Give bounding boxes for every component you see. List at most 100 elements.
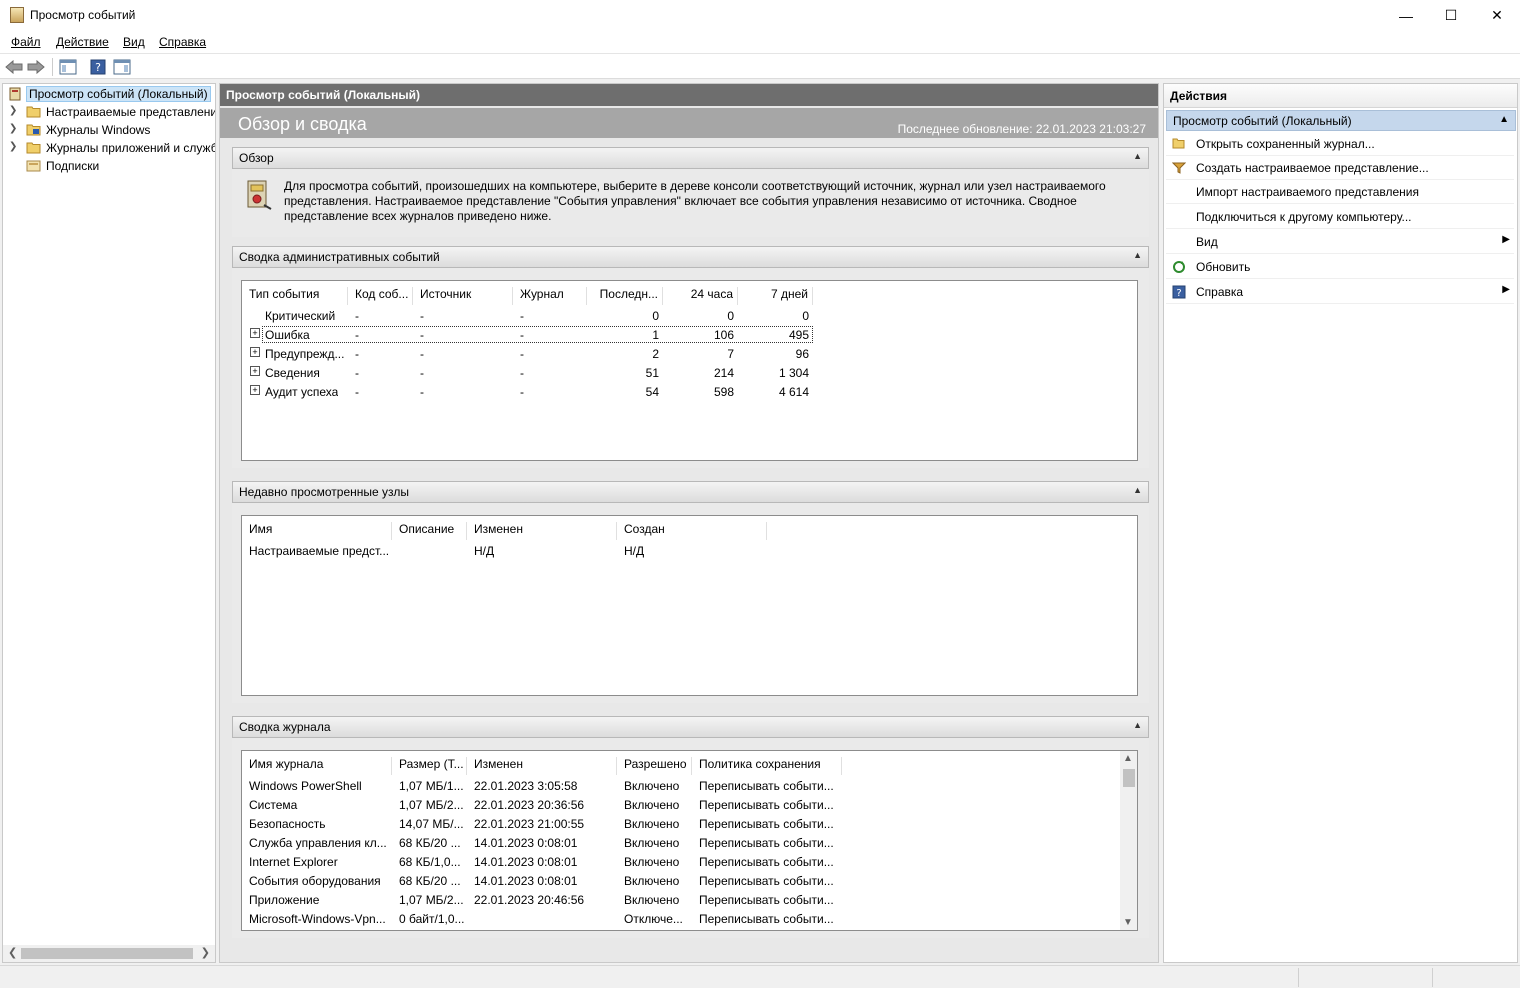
collapse-up-icon[interactable]: ▲ xyxy=(1133,151,1142,161)
action-label: Импорт настраиваемого представления xyxy=(1196,185,1419,199)
actions-title: Действия xyxy=(1164,84,1517,108)
last-update-text: Последнее обновление: 22.01.2023 21:03:2… xyxy=(897,122,1146,136)
cell-modified: 22.01.2023 20:36:56 xyxy=(474,798,585,812)
cell-7d: 0 xyxy=(802,309,809,323)
column-header[interactable]: Политика сохранения xyxy=(692,757,842,775)
chevron-right-icon[interactable]: ❯ xyxy=(9,123,17,134)
column-header[interactable]: Имя журнала xyxy=(242,757,392,775)
scroll-up-icon[interactable]: ▲ xyxy=(1123,753,1133,764)
action-create-custom-view[interactable]: Создать настраиваемое представление... xyxy=(1166,156,1514,180)
collapse-up-icon[interactable]: ▲ xyxy=(1133,250,1142,260)
column-header[interactable]: Разрешено xyxy=(617,757,692,775)
close-button[interactable]: ✕ xyxy=(1474,0,1520,31)
column-header[interactable]: Тип события xyxy=(242,287,348,305)
show-hide-action-pane-icon[interactable] xyxy=(112,58,132,76)
action-refresh[interactable]: Обновить xyxy=(1166,255,1514,279)
chevron-right-icon[interactable]: ❯ xyxy=(9,141,17,152)
collapse-up-icon[interactable]: ▲ xyxy=(1499,114,1509,125)
expand-plus-icon[interactable]: + xyxy=(250,385,260,395)
action-connect-other-computer[interactable]: Подключиться к другому компьютеру... xyxy=(1166,205,1514,229)
collapse-up-icon[interactable]: ▲ xyxy=(1133,485,1142,495)
action-label: Открыть сохраненный журнал... xyxy=(1196,137,1375,151)
column-header[interactable]: 24 часа xyxy=(663,287,738,305)
cell-24h: 0 xyxy=(727,309,734,323)
tree-item-label: Журналы приложений и служб xyxy=(46,141,215,155)
action-open-saved-log[interactable]: Открыть сохраненный журнал... xyxy=(1166,132,1514,156)
tree-item-subscriptions[interactable]: Подписки xyxy=(3,157,215,175)
cell-log-name: Безопасность xyxy=(249,817,326,831)
scroll-down-icon[interactable]: ▼ xyxy=(1123,917,1133,928)
overview-section-header[interactable]: Обзор ▲ xyxy=(232,147,1149,169)
cell-7d: 495 xyxy=(788,328,809,342)
help-icon: ? xyxy=(1172,285,1186,299)
folder-icon xyxy=(26,141,41,155)
cell-type: Критический xyxy=(265,309,336,323)
column-header[interactable]: Источник xyxy=(413,287,513,305)
menu-file[interactable]: Файл xyxy=(11,35,41,49)
collapse-up-icon[interactable]: ▲ xyxy=(1133,720,1142,730)
scroll-thumb[interactable] xyxy=(21,948,193,959)
forward-arrow-icon[interactable] xyxy=(26,58,46,76)
tree-item-windows-logs[interactable]: ❯ Журналы Windows xyxy=(3,121,215,139)
menu-help[interactable]: Справка xyxy=(159,35,206,49)
section-title: Сводка журнала xyxy=(239,720,331,734)
column-header[interactable]: Последн... xyxy=(587,287,663,305)
tree-item-custom-views[interactable]: ❯ Настраиваемые представления xyxy=(3,103,215,121)
cell-enabled: Включено xyxy=(624,893,680,907)
cell-log: - xyxy=(520,328,524,342)
cell-created: Н/Д xyxy=(624,544,645,558)
maximize-button[interactable]: ☐ xyxy=(1428,0,1474,31)
tree-item-event-viewer-local[interactable]: Просмотр событий (Локальный) xyxy=(3,85,215,103)
cell-log: - xyxy=(520,366,524,380)
column-header[interactable]: Изменен xyxy=(467,757,617,775)
chevron-right-icon[interactable]: ❯ xyxy=(9,105,17,116)
actions-group-header[interactable]: Просмотр событий (Локальный) ▲ xyxy=(1166,110,1516,131)
menu-action[interactable]: Действие xyxy=(56,35,109,49)
menu-view[interactable]: Вид xyxy=(123,35,145,49)
action-label: Справка xyxy=(1196,285,1244,299)
admin-events-section-header[interactable]: Сводка административных событий ▲ xyxy=(232,246,1149,268)
show-hide-console-tree-icon[interactable] xyxy=(58,58,78,76)
tree-item-label: Журналы Windows xyxy=(46,123,151,137)
submenu-arrow-icon: ▶ xyxy=(1502,234,1510,245)
action-import-custom-view[interactable]: Импорт настраиваемого представления xyxy=(1166,180,1514,204)
action-label: Вид xyxy=(1196,235,1218,249)
column-header[interactable]: Создан xyxy=(617,522,767,540)
expand-plus-icon[interactable]: + xyxy=(250,347,260,357)
log-summary-section-header[interactable]: Сводка журнала ▲ xyxy=(232,716,1149,738)
column-header[interactable]: Изменен xyxy=(467,522,617,540)
cell-log-name: Microsoft-Windows-Vpn... xyxy=(249,912,386,926)
submenu-arrow-icon: ▶ xyxy=(1502,284,1510,295)
log-summary-vertical-scrollbar[interactable]: ▲ ▼ xyxy=(1120,751,1137,930)
tree-horizontal-scrollbar[interactable]: ❮ ❯ xyxy=(3,945,215,962)
expand-plus-icon[interactable]: + xyxy=(250,366,260,376)
column-header[interactable]: Журнал xyxy=(513,287,587,305)
back-arrow-icon[interactable] xyxy=(4,58,24,76)
scroll-left-icon[interactable]: ❮ xyxy=(8,946,17,959)
minimize-button[interactable]: — xyxy=(1383,0,1429,31)
column-header[interactable]: Размер (Т... xyxy=(392,757,467,775)
expand-plus-icon[interactable]: + xyxy=(250,328,260,338)
tree-item-app-service-logs[interactable]: ❯ Журналы приложений и служб xyxy=(3,139,215,157)
recent-nodes-section-header[interactable]: Недавно просмотренные узлы ▲ xyxy=(232,481,1149,503)
cell-log-name: Windows PowerShell xyxy=(249,779,362,793)
event-viewer-app-icon xyxy=(10,7,24,23)
cell-log-name: События оборудования xyxy=(249,874,381,888)
cell-log-name: Система xyxy=(249,798,298,812)
cell-modified: 22.01.2023 3:05:58 xyxy=(474,779,578,793)
cell-24h: 106 xyxy=(713,328,734,342)
scroll-thumb[interactable] xyxy=(1123,769,1135,787)
cell-enabled: Включено xyxy=(624,855,680,869)
tree-item-label: Настраиваемые представления xyxy=(46,105,215,119)
column-header[interactable]: Имя xyxy=(242,522,392,540)
overview-summary-banner: Обзор и сводка Последнее обновление: 22.… xyxy=(220,108,1158,138)
column-header[interactable]: Код соб... xyxy=(348,287,413,305)
title-bar: Просмотр событий — ☐ ✕ xyxy=(0,0,1520,31)
scroll-right-icon[interactable]: ❯ xyxy=(201,946,210,959)
action-help[interactable]: ? Справка ▶ xyxy=(1166,280,1514,304)
column-header[interactable]: 7 дней xyxy=(738,287,813,305)
help-icon[interactable]: ? xyxy=(88,58,108,76)
column-header[interactable]: Описание xyxy=(392,522,467,540)
action-view[interactable]: Вид ▶ xyxy=(1166,230,1514,254)
cell-code: - xyxy=(355,347,359,361)
